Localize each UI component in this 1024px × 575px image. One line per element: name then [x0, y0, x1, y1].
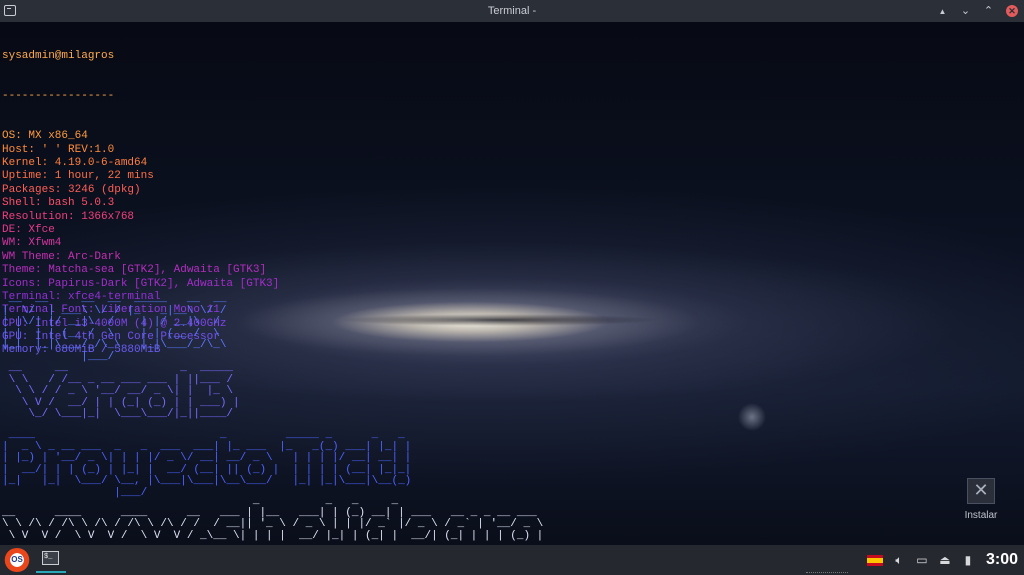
clock[interactable]: 3:00 [986, 551, 1018, 569]
maximize-button[interactable]: ⌃ [983, 5, 994, 17]
keep-above-button[interactable]: ▲ [937, 6, 948, 17]
start-menu-button[interactable]: OS [4, 548, 30, 572]
system-info-line: Kernel: 4.19.0-6-amd64 [2, 157, 148, 169]
terminal-app-icon [4, 5, 16, 16]
taskbar-terminal-button[interactable]: $_ [36, 547, 66, 573]
system-info-line: WM: Xfwm4 [2, 237, 62, 250]
user-host: sysadmin@milagros [2, 49, 115, 62]
ascii-banner-web: _ _ _ _ __ ____ ____ __ ___ | |__ ___| |… [2, 495, 544, 542]
system-info-line: Icons: Papirus-Dark [GTK2], Adwaita [GTK… [2, 277, 280, 290]
ascii-banner-mx-tix: __ __ __ __ _____ __ __ | \/ | ___\ \/ /… [2, 293, 227, 363]
close-button[interactable]: ✕ [1006, 5, 1018, 17]
eject-icon[interactable]: ⏏︎ [938, 553, 952, 567]
system-info-line: Theme: Matcha-sea [GTK2], Adwaita [GTK3] [2, 264, 267, 277]
volume-icon[interactable]: 🔈︎ [892, 553, 906, 567]
installer-icon: ✕ [967, 478, 995, 504]
desktop-icon-instalar[interactable]: ✕ Instalar [953, 478, 1009, 521]
separator: ----------------- [2, 90, 115, 103]
system-info-line: Uptime: 1 hour, 22 mins [2, 170, 154, 183]
window-title: Terminal - [487, 5, 537, 17]
terminal-area[interactable]: sysadmin@milagros ----------------- OS: … [0, 22, 1024, 545]
taskbar: OS $_ 🔈︎ ▭ ⏏︎ ▮ 3:00 [0, 545, 1024, 575]
system-info-line: Resolution: 1366x768 [2, 210, 135, 223]
system-info-line: Host: ' ' REV:1.0 [2, 143, 115, 156]
system-info-line: Packages: 3246 (dpkg) [2, 183, 141, 196]
ascii-banner-proyecto: ____ _ _____ _ _ _ | _ \ _ __ ___ _ _ __… [2, 429, 412, 499]
system-tray: 🔈︎ ▭ ⏏︎ ▮ 3:00 [866, 545, 1018, 575]
system-info-line: OS: MX x86_64 [2, 130, 88, 143]
ascii-banner-veracruz: __ __ _ _____ \ \ / /__ _ __ ___ ___ | |… [8, 362, 240, 420]
monitor-icon[interactable]: ▭ [915, 553, 929, 567]
spain-flag-icon[interactable] [866, 554, 883, 566]
mx-logo-icon: OS [11, 555, 23, 564]
window-controls: ▲ ⌄ ⌃ ✕ [937, 0, 1018, 22]
system-info-line: Shell: bash 5.0.3 [2, 197, 115, 210]
minimize-button[interactable]: ⌄ [960, 5, 971, 17]
battery-icon[interactable]: ▮ [961, 553, 975, 567]
terminal-icon: $_ [42, 551, 59, 565]
desktop-icon-label: Instalar [964, 510, 998, 521]
system-info-line: WM Theme: Arc-Dark [2, 250, 121, 263]
window-titlebar[interactable]: Terminal - ▲ ⌄ ⌃ ✕ [0, 0, 1024, 22]
system-info-line: DE: Xfce [2, 223, 55, 236]
